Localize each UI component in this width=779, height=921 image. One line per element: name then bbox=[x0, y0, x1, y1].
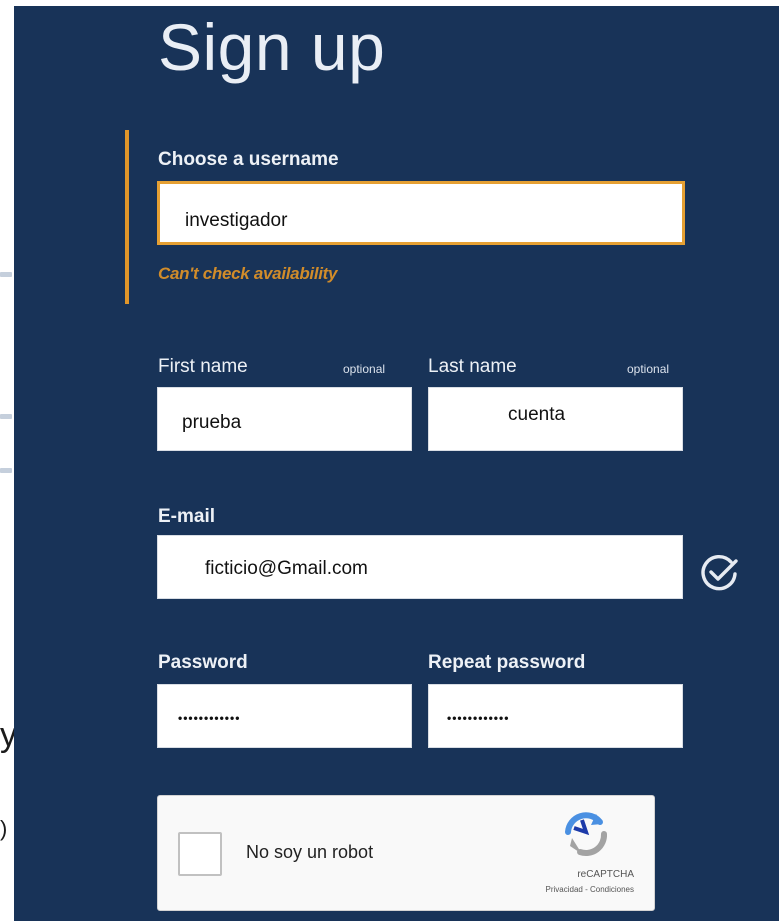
email-label: E-mail bbox=[158, 506, 216, 527]
recaptcha-label: No soy un robot bbox=[246, 842, 374, 862]
last-name-optional: optional bbox=[627, 362, 670, 376]
username-label: Choose a username bbox=[158, 149, 339, 170]
recaptcha-widget: No soy un robot reCAPTCHA Privacidad - C… bbox=[157, 795, 655, 911]
background-edge: y ) bbox=[0, 0, 17, 921]
recaptcha-brand: reCAPTCHA bbox=[577, 869, 634, 880]
focus-accent-bar bbox=[125, 130, 129, 304]
check-circle-icon bbox=[701, 554, 738, 591]
email-input[interactable]: ficticio@Gmail.com bbox=[157, 535, 683, 599]
repeat-password-input[interactable]: •••••••••••• bbox=[428, 684, 683, 748]
first-name-optional: optional bbox=[343, 362, 386, 376]
first-name-value: prueba bbox=[182, 412, 242, 433]
username-input[interactable]: investigador bbox=[157, 181, 685, 245]
last-name-label: Last name bbox=[428, 356, 517, 377]
availability-warning: Can't check availability bbox=[158, 264, 338, 283]
recaptcha-checkbox[interactable] bbox=[178, 832, 222, 876]
last-name-input[interactable]: cuenta bbox=[428, 387, 683, 451]
recaptcha-links[interactable]: Privacidad - Condiciones bbox=[546, 885, 635, 894]
password-label: Password bbox=[158, 652, 248, 673]
background-dash bbox=[0, 468, 12, 473]
background-dash bbox=[0, 414, 12, 419]
first-name-input[interactable]: prueba bbox=[157, 387, 412, 451]
first-name-label: First name bbox=[158, 356, 248, 377]
recaptcha-logo-icon bbox=[565, 812, 608, 857]
password-value: •••••••••••• bbox=[178, 711, 241, 725]
last-name-value: cuenta bbox=[508, 404, 566, 425]
page-title: Sign up bbox=[158, 10, 386, 84]
password-input[interactable]: •••••••••••• bbox=[157, 684, 412, 748]
email-value: ficticio@Gmail.com bbox=[205, 558, 368, 579]
username-value: investigador bbox=[185, 210, 288, 231]
repeat-password-label: Repeat password bbox=[428, 652, 586, 673]
background-dash bbox=[0, 272, 12, 277]
background-glyph: ) bbox=[0, 816, 8, 841]
repeat-password-value: •••••••••••• bbox=[447, 711, 510, 725]
